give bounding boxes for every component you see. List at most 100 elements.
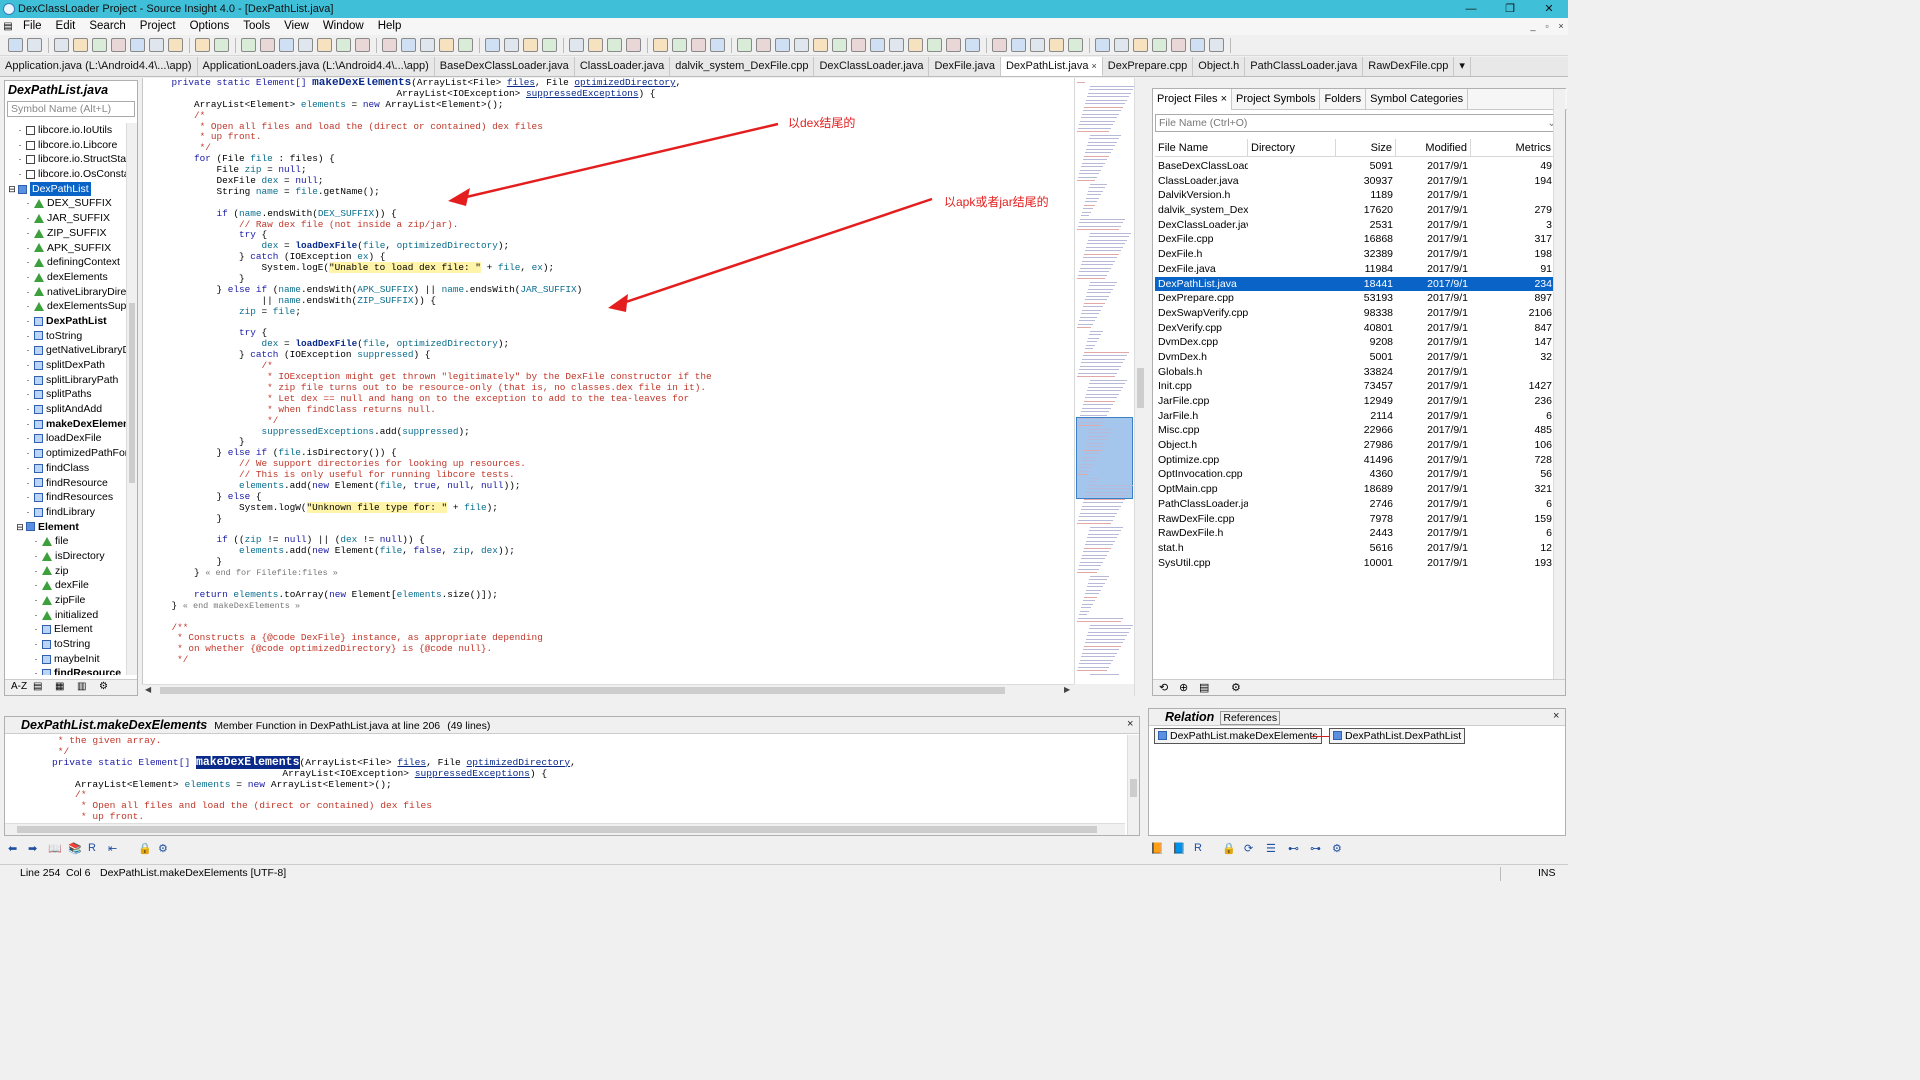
toolbar-tool-icon[interactable] — [54, 38, 69, 52]
column-size[interactable]: Size — [1336, 139, 1396, 157]
symbol-item[interactable]: · zip — [6, 564, 127, 579]
relation-node-dex-path-list[interactable]: DexPathList.DexPathList — [1329, 728, 1466, 744]
column-file-name[interactable]: File Name — [1155, 139, 1248, 157]
book-blue-icon[interactable]: 📘 — [1172, 842, 1186, 855]
toolbar-tool-icon[interactable] — [1171, 38, 1186, 52]
editor-horizontal-scrollbar[interactable]: ◀ ▶ — [142, 684, 1074, 696]
toolbar-tool-icon[interactable] — [927, 38, 942, 52]
tab-file[interactable]: RawDexFile.cpp — [1363, 57, 1455, 76]
toolbar-tool-icon[interactable] — [1190, 38, 1205, 52]
toolbar-tool-icon[interactable] — [832, 38, 847, 52]
code-line[interactable]: System.logW("Unknown file type for: " + … — [149, 501, 1069, 514]
code-line[interactable]: } « end for Filefile:files » — [149, 567, 1069, 579]
toolbar-tool-icon[interactable] — [504, 38, 519, 52]
toolbar-tool-icon[interactable] — [737, 38, 752, 52]
code-line[interactable]: // Raw dex file (not inside a zip/jar). — [149, 219, 1069, 231]
symbol-item[interactable]: · libcore.io.StructStat — [6, 152, 128, 167]
symbol-item[interactable]: · DEX_SUFFIX — [6, 196, 127, 211]
symbol-item[interactable]: · DexPathList — [6, 314, 127, 329]
code-line[interactable]: String name = file.getName(); — [149, 186, 1069, 198]
toolbar-tool-icon[interactable] — [401, 38, 416, 52]
toolbar-tool-icon[interactable] — [485, 38, 500, 52]
column-modified[interactable]: Modified — [1396, 139, 1471, 157]
menu-options[interactable]: Options — [183, 18, 237, 35]
toolbar-tool-icon[interactable] — [756, 38, 771, 52]
tab-file[interactable]: ClassLoader.java — [575, 57, 671, 76]
gear-icon[interactable]: ⚙ — [1231, 681, 1241, 694]
code-line[interactable]: ArrayList<Element> elements = new ArrayL… — [29, 779, 1109, 791]
outline-icon[interactable]: ☰ — [1266, 842, 1276, 855]
symbol-item[interactable]: · optimizedPathFor — [6, 446, 128, 461]
toolbar-tool-icon[interactable] — [241, 38, 256, 52]
project-tab-3[interactable]: Symbol Categories — [1366, 89, 1469, 110]
forward-arrow-icon[interactable]: ➡ — [28, 842, 37, 855]
symbol-item[interactable]: · splitDexPath — [6, 358, 127, 373]
file-row[interactable]: DexPrepare.cpp 53193 2017/9/1 897 — [1155, 291, 1561, 306]
file-row[interactable]: OptMain.cpp 18689 2017/9/1 321 — [1155, 482, 1561, 497]
toolbar-tool-icon[interactable] — [813, 38, 828, 52]
list-icon[interactable]: ▤ — [1199, 681, 1209, 694]
toolbar-tool-icon[interactable] — [851, 38, 866, 52]
tab-file[interactable]: PathClassLoader.java — [1245, 57, 1364, 76]
symbol-item[interactable]: · maybeInit — [6, 652, 127, 667]
code-line[interactable]: } catch (IOException suppressed) { — [149, 349, 1069, 361]
symbol-item[interactable]: · getNativeLibraryDirectories — [6, 343, 128, 358]
toolbar-tool-icon[interactable] — [336, 38, 351, 52]
toolbar-tool-icon[interactable] — [1209, 38, 1224, 52]
file-row[interactable]: Object.h 27986 2017/9/1 106 — [1155, 438, 1561, 453]
code-line[interactable]: } — [149, 513, 1069, 525]
symbol-item[interactable]: · ZIP_SUFFIX — [6, 226, 127, 241]
toolbar-tool-icon[interactable] — [992, 38, 1007, 52]
code-line[interactable]: suppressedExceptions.add(suppressed); — [149, 426, 1069, 438]
file-row[interactable]: DvmDex.h 5001 2017/9/1 32 — [1155, 350, 1561, 365]
toolbar-tool-icon[interactable] — [195, 38, 210, 52]
toolbar-tool-icon[interactable] — [27, 38, 42, 52]
toolbar-tool-icon[interactable] — [775, 38, 790, 52]
toolbar-tool-icon[interactable] — [111, 38, 126, 52]
file-row[interactable]: SysUtil.cpp 10001 2017/9/1 193 — [1155, 556, 1561, 571]
file-row[interactable]: DvmDex.cpp 9208 2017/9/1 147 — [1155, 335, 1561, 350]
code-editor[interactable]: private static Element[] makeDexElements… — [142, 78, 1074, 684]
code-line[interactable]: System.logE("Unable to load dex file: " … — [149, 262, 1069, 274]
file-row[interactable]: DexFile.java 11984 2017/9/1 91 — [1155, 262, 1561, 277]
code-line[interactable]: * up front. — [29, 811, 1109, 822]
symbol-item[interactable]: · nativeLibraryDirectories — [6, 285, 128, 300]
file-row[interactable]: DexFile.cpp 16868 2017/9/1 317 — [1155, 232, 1561, 247]
symbol-item[interactable]: · findLibrary — [6, 505, 127, 520]
symbol-item[interactable]: · libcore.io.IoUtils — [6, 123, 127, 138]
tab-file[interactable]: ▾ — [1454, 57, 1471, 76]
collapse-icon[interactable]: ⊟ — [8, 182, 16, 197]
code-line[interactable]: } — [149, 556, 1069, 568]
code-line[interactable]: elements.add(new Element(file, true, nul… — [149, 480, 1069, 492]
project-tab-1[interactable]: Project Symbols — [1232, 89, 1321, 110]
symbol-item[interactable]: · findClass — [6, 461, 127, 476]
symbol-item[interactable]: · Element — [6, 622, 127, 637]
project-scrollbar[interactable] — [1553, 89, 1565, 679]
symbol-item[interactable]: · toString — [6, 637, 127, 652]
toolbar-tool-icon[interactable] — [1152, 38, 1167, 52]
maximize-button[interactable]: ❐ — [1493, 0, 1527, 18]
file-row[interactable]: DexSwapVerify.cpp 98338 2017/9/1 2106 — [1155, 306, 1561, 321]
sort-az-icon[interactable]: A-Z — [11, 681, 27, 692]
toolbar-tool-icon[interactable] — [1049, 38, 1064, 52]
back-arrow-icon[interactable]: ⬅ — [8, 842, 17, 855]
toolbar-tool-icon[interactable] — [653, 38, 668, 52]
file-row[interactable]: RawDexFile.h 2443 2017/9/1 6 — [1155, 526, 1561, 541]
toolbar-tool-icon[interactable] — [523, 38, 538, 52]
toolbar-tool-icon[interactable] — [298, 38, 313, 52]
toolbar-tool-icon[interactable] — [1030, 38, 1045, 52]
toolbar-tool-icon[interactable] — [149, 38, 164, 52]
relation-mode[interactable]: References — [1220, 711, 1281, 725]
toolbar-tool-icon[interactable] — [458, 38, 473, 52]
column-metrics[interactable]: Metrics — [1471, 139, 1555, 157]
file-row[interactable]: DalvikVersion.h 1189 2017/9/1 — [1155, 188, 1561, 203]
menu-search[interactable]: Search — [82, 18, 132, 35]
symbol-item[interactable]: · splitAndAdd — [6, 402, 127, 417]
graph-icon[interactable]: ⊷ — [1288, 842, 1299, 855]
file-row[interactable]: DexVerify.cpp 40801 2017/9/1 847 — [1155, 321, 1561, 336]
tab-file[interactable]: Object.h — [1193, 57, 1246, 76]
reference-icon[interactable]: R — [88, 842, 96, 854]
toolbar-tool-icon[interactable] — [1095, 38, 1110, 52]
file-row[interactable]: ClassLoader.java 30937 2017/9/1 194 — [1155, 174, 1561, 189]
symbol-scrollbar[interactable] — [126, 123, 137, 675]
